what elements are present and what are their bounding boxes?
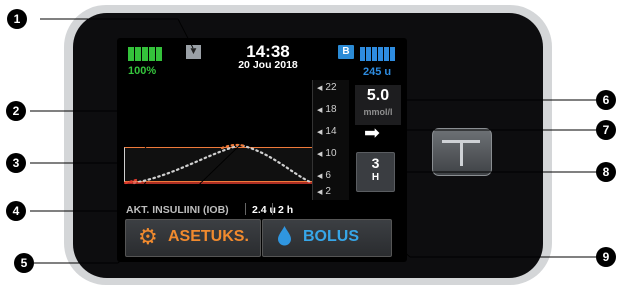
glucose-units: mmol/l <box>363 107 393 117</box>
callout-badge: 1 <box>7 9 27 29</box>
bolus-button-label: BOLUS <box>303 228 359 245</box>
glucose-value: 5.0 <box>366 87 390 104</box>
divider <box>272 203 273 215</box>
callout-badge: 9 <box>596 247 616 267</box>
callout-badge: 2 <box>6 101 26 121</box>
gear-icon: ⚙ <box>138 224 158 249</box>
callout-badge: 6 <box>596 90 616 110</box>
callout-badge: 7 <box>596 120 616 140</box>
callout-badge: 3 <box>6 153 26 173</box>
callout-badge: 4 <box>6 201 26 221</box>
divider <box>245 203 246 215</box>
arrow-right-icon: ➡ <box>364 123 380 144</box>
graph-hours-value: 3 <box>371 155 380 171</box>
settings-button-label: ASETUKS. <box>168 228 249 245</box>
iob-time: 2 h <box>278 204 294 216</box>
drop-icon <box>278 226 291 246</box>
iob-label: AKT. INSULIINI (IOB) <box>126 204 229 216</box>
graph-hours-unit: H <box>371 172 380 183</box>
callout-badge: 8 <box>596 162 616 182</box>
callout-badge: 5 <box>14 253 34 273</box>
